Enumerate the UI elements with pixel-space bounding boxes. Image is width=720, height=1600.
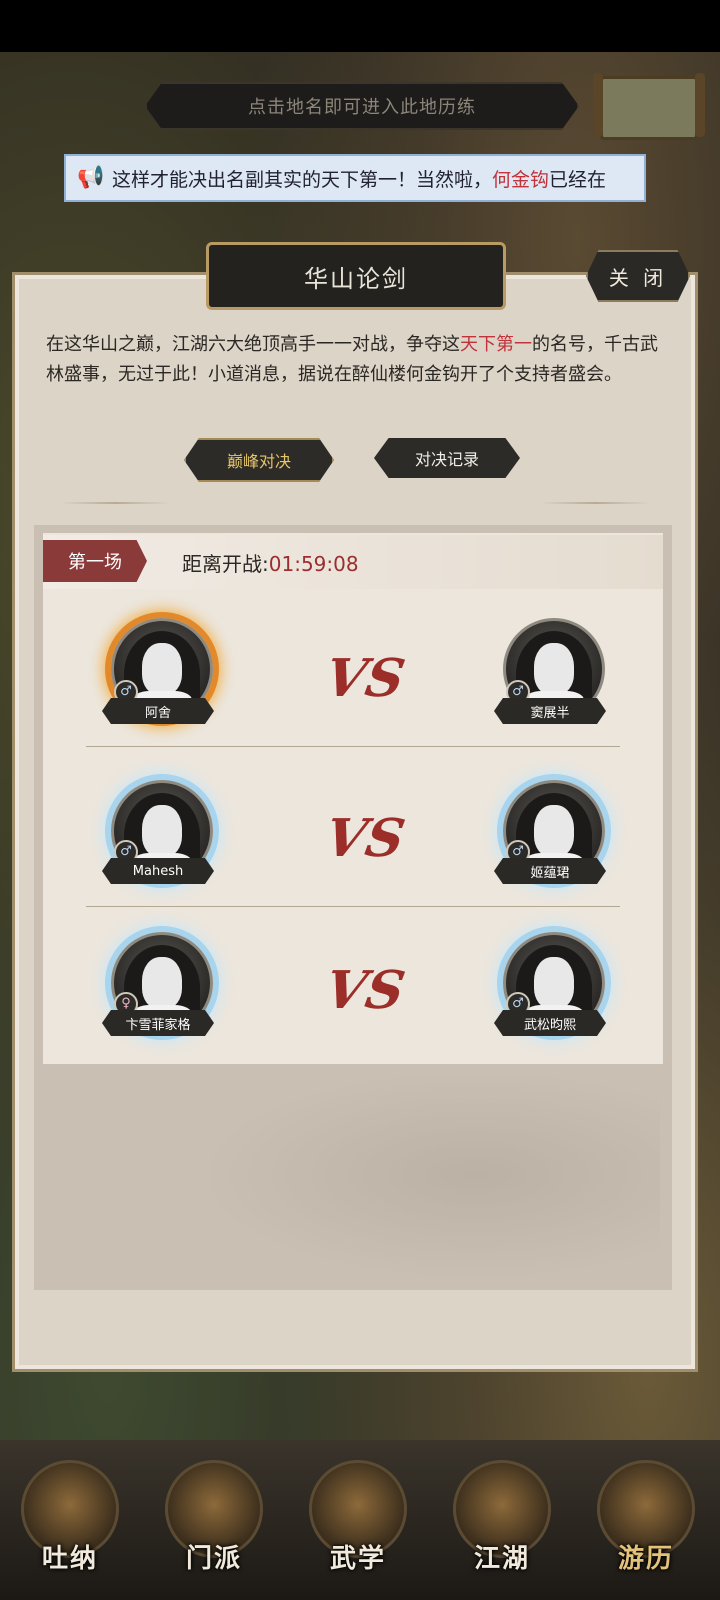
countdown: 距离开战:01:59:08	[182, 552, 359, 576]
nav-item-jianghu[interactable]: 江湖	[450, 1460, 554, 1590]
divider-right	[540, 502, 650, 504]
tab-duel-records[interactable]: 对决记录	[374, 438, 520, 478]
vs-label-1: VS	[320, 648, 410, 709]
close-button[interactable]: 关 闭	[586, 250, 690, 302]
round-tag: 第一场	[43, 540, 147, 582]
nav-item-sect[interactable]: 门派	[162, 1460, 266, 1590]
status-bar	[0, 0, 720, 52]
player-name-right-2: 姬蕴珺	[494, 858, 606, 884]
player-name-right-1: 窦展半	[494, 698, 606, 724]
match-separator	[86, 746, 620, 747]
announcement-marquee: 📢 这样才能决出名副其实的天下第一！当然啦，何金钩已经在	[64, 154, 646, 202]
scroll-map-icon[interactable]	[593, 73, 705, 140]
vs-label-3: VS	[320, 960, 410, 1021]
panel-title: 华山论剑	[206, 242, 506, 310]
divider-left	[60, 502, 170, 504]
tab-peak-duel[interactable]: 巅峰对决	[184, 438, 334, 482]
map-hint-bar: 点击地名即可进入此地历练	[145, 82, 579, 130]
player-name-left-2: Mahesh	[102, 858, 214, 884]
vs-label-2: VS	[320, 808, 410, 869]
player-name-left-1: 阿舍	[102, 698, 214, 724]
player-name-left-3: 卞雪菲家格	[102, 1010, 214, 1036]
announcement-text: 这样才能决出名副其实的天下第一！当然啦，何金钩已经在	[112, 168, 607, 191]
player-name-right-3: 武松昀熙	[494, 1010, 606, 1036]
ink-painting-decoration	[200, 1070, 660, 1280]
megaphone-icon: 📢	[77, 165, 105, 190]
nav-item-breathing[interactable]: 吐纳	[18, 1460, 122, 1590]
map-hint-text: 点击地名即可进入此地历练	[248, 97, 476, 118]
nav-item-travel[interactable]: 游历	[594, 1460, 698, 1590]
nav-item-martial-arts[interactable]: 武学	[306, 1460, 410, 1590]
match-separator	[86, 906, 620, 907]
panel-description: 在这华山之巅，江湖六大绝顶高手一一对战，争夺这天下第一的名号，千古武林盛事，无过…	[46, 334, 658, 385]
